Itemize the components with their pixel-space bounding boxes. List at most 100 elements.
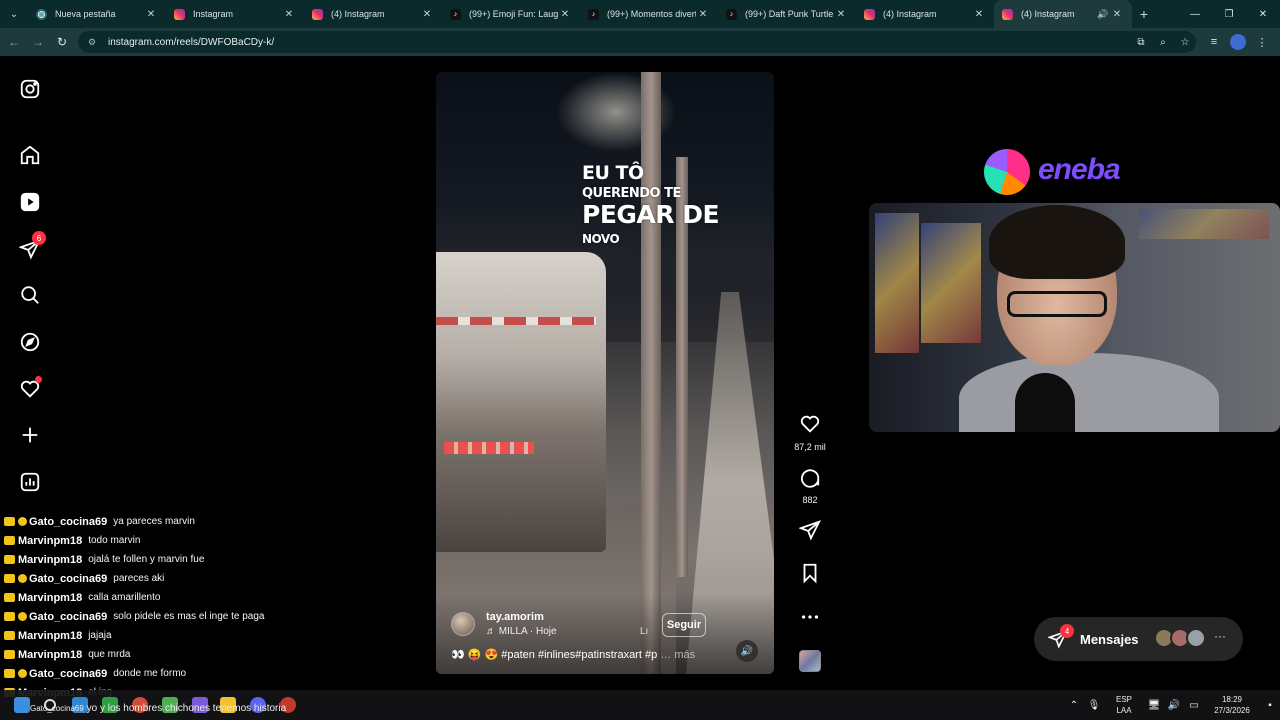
tab-7[interactable]: (4) Instagram 🔊 ✕ xyxy=(994,0,1132,28)
instagram-icon xyxy=(864,8,875,20)
follow-button[interactable]: Seguir xyxy=(662,613,706,637)
url-text: instagram.com/reels/DWFOBaCDy-k/ xyxy=(108,36,275,48)
microphone-icon[interactable]: 🎙 xyxy=(1084,700,1104,711)
back-button[interactable]: ← xyxy=(2,35,26,49)
tab-3[interactable]: ♪ (99+) Emoji Fun: Laughing ✕ xyxy=(442,0,580,28)
messages-label: Mensajes xyxy=(1080,631,1139,647)
comment-button[interactable]: 882 xyxy=(790,466,830,505)
tab-5[interactable]: ♪ (99+) Daft Punk Turtle Pra ✕ xyxy=(718,0,856,28)
chat-username: Marvinpm18 xyxy=(18,648,83,661)
volume-icon[interactable]: 🔊 xyxy=(1164,700,1184,711)
notifications-heart-icon[interactable] xyxy=(18,376,42,401)
minimize-button[interactable]: — xyxy=(1178,0,1212,28)
share-icon xyxy=(798,520,821,541)
close-window-button[interactable]: ✕ xyxy=(1246,0,1280,28)
close-icon[interactable]: ✕ xyxy=(1110,9,1124,20)
reel-video[interactable]: EU TÔ QUERENDO TE PEGAR DE NOVO tay.amor… xyxy=(436,72,774,674)
tab-title: (4) Instagram xyxy=(883,9,937,19)
chevron-up-icon[interactable]: ⌃ xyxy=(1064,700,1084,711)
close-icon[interactable]: ✕ xyxy=(420,9,434,20)
reels-icon[interactable] xyxy=(18,190,42,214)
clock[interactable]: 18:29 27/3/2026 xyxy=(1204,694,1260,716)
author-avatar-wrap[interactable] xyxy=(451,612,475,636)
instagram-icon xyxy=(312,8,323,20)
chat-username: Marvinpm18 xyxy=(18,591,83,604)
like-count: 87,2 mil xyxy=(794,442,826,452)
message-avatars xyxy=(1154,628,1206,648)
windows-start-icon[interactable] xyxy=(14,697,30,713)
save-button[interactable] xyxy=(790,562,830,589)
caption-more-link[interactable]: … más xyxy=(660,649,695,661)
reel-overlay-line-2: QUERENDO TE xyxy=(582,186,681,201)
tab-title: (4) Instagram xyxy=(331,9,385,19)
tab-1[interactable]: Instagram ✕ xyxy=(166,0,304,28)
reload-button[interactable]: ↻ xyxy=(50,35,74,49)
zoom-icon[interactable]: ⌕ xyxy=(1152,37,1174,48)
audio-thumbnail[interactable] xyxy=(799,650,821,672)
like-button[interactable]: 87,2 mil xyxy=(790,413,830,452)
more-dots-icon xyxy=(801,615,819,619)
reel-audio[interactable]: ♬ MILLA · Hoje Lı xyxy=(486,626,648,637)
battery-icon[interactable]: ▭ xyxy=(1184,700,1204,711)
close-icon[interactable]: ✕ xyxy=(282,9,296,20)
close-icon[interactable]: ✕ xyxy=(696,9,710,20)
chat-message: jajaja xyxy=(88,630,112,641)
author-username[interactable]: tay.amorim xyxy=(486,611,544,623)
close-icon[interactable]: ✕ xyxy=(558,9,572,20)
explore-compass-icon[interactable] xyxy=(18,330,42,354)
tab-4[interactable]: ♪ (99+) Momentos divertidos ✕ xyxy=(580,0,718,28)
messages-button[interactable]: 4 Mensajes ··· xyxy=(1034,617,1243,661)
instagram-icon xyxy=(1002,8,1013,20)
chat-username: Marvinpm18 xyxy=(18,553,83,566)
chat-username: Marvinpm18 xyxy=(18,534,83,547)
more-dots-icon[interactable]: ··· xyxy=(1214,629,1226,643)
dashboard-icon[interactable] xyxy=(18,470,42,494)
tab-2[interactable]: (4) Instagram ✕ xyxy=(304,0,442,28)
close-icon[interactable]: ✕ xyxy=(972,9,986,20)
tab-0[interactable]: Nueva pestaña ✕ xyxy=(28,0,166,28)
chat-message: todo marvin xyxy=(88,535,141,546)
instagram-logo-icon[interactable] xyxy=(18,77,42,101)
toolbar-right: ≡ ⋮ xyxy=(1202,28,1274,56)
wall-poster xyxy=(921,223,981,343)
sponsor-name: eneba xyxy=(1038,153,1121,186)
notification-center-icon[interactable]: ▪ xyxy=(1260,700,1280,711)
chat-username: Gato_cocina69 xyxy=(29,515,108,528)
chat-message: yo y los hombres chichones tenemos histo… xyxy=(86,703,287,714)
bookmark-star-icon[interactable]: ☆ xyxy=(1174,37,1196,48)
network-icon[interactable]: 🖥 xyxy=(1144,700,1164,711)
tanker-truck xyxy=(436,252,606,552)
chat-username: Gato_cocina69 xyxy=(29,667,108,680)
close-icon[interactable]: ✕ xyxy=(834,9,848,20)
sub-badge-icon xyxy=(18,612,27,621)
speaker-icon[interactable]: 🔊 xyxy=(1096,9,1110,20)
site-info-icon[interactable]: ⚙ xyxy=(88,37,102,48)
share-button[interactable] xyxy=(790,519,830,546)
tab-6[interactable]: (4) Instagram ✕ xyxy=(856,0,994,28)
tab-title: (99+) Daft Punk Turtle Pra xyxy=(745,9,834,19)
truck-tail-lights xyxy=(444,442,534,454)
close-icon[interactable]: ✕ xyxy=(144,9,158,20)
language-indicator[interactable]: ESP LAA xyxy=(1104,694,1144,716)
home-icon[interactable] xyxy=(18,143,42,167)
create-plus-icon[interactable] xyxy=(18,423,42,447)
reel-caption[interactable]: 👀 😝 😍 #paten #inlines#patinstraxart #p …… xyxy=(451,648,695,661)
direct-messages-icon[interactable]: 6 xyxy=(18,231,46,261)
url-bar[interactable]: ⚙ instagram.com/reels/DWFOBaCDy-k/ ⧉ ⌕ ☆ xyxy=(78,31,1196,53)
forward-button[interactable]: → xyxy=(26,35,50,49)
menu-icon[interactable]: ⋮ xyxy=(1250,36,1274,49)
mute-button[interactable]: 🔊 xyxy=(736,640,758,662)
new-tab-button[interactable]: + xyxy=(1132,6,1156,22)
search-icon[interactable] xyxy=(18,283,42,307)
chat-message: ojalá te follen y marvin fue xyxy=(88,554,205,565)
restore-button[interactable]: ❐ xyxy=(1212,0,1246,28)
avatar[interactable] xyxy=(451,612,475,636)
install-app-icon[interactable]: ⧉ xyxy=(1130,37,1152,48)
more-options-button[interactable] xyxy=(790,606,830,633)
media-control-icon[interactable]: ≡ xyxy=(1202,36,1226,48)
profile-avatar[interactable] xyxy=(1230,34,1246,50)
tab-search-button[interactable]: ⌄ xyxy=(0,0,28,28)
crown-badge-icon xyxy=(4,536,15,545)
crown-badge-icon xyxy=(4,631,15,640)
notification-dot xyxy=(35,376,42,383)
